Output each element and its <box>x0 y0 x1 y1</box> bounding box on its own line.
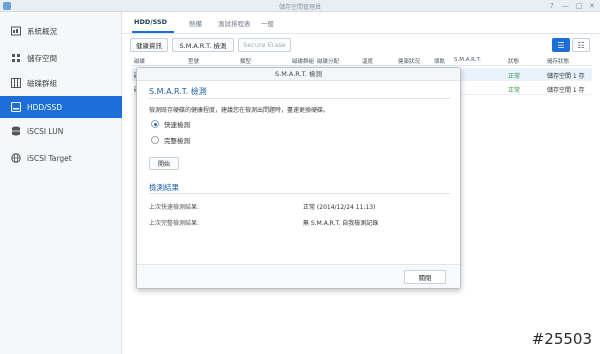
sidebar-item-label: 系統概況 <box>27 26 57 36</box>
tab-bar: HDD/SSD 熱備 測試排程表 一般 <box>122 12 600 34</box>
active-tab-indicator <box>132 31 174 33</box>
column-header[interactable]: 類型 <box>240 57 251 65</box>
status-cell: 正常 <box>508 73 521 80</box>
radio-selected-icon[interactable] <box>151 120 159 128</box>
help-icon[interactable]: ? <box>550 2 554 10</box>
column-header[interactable]: 溫度 <box>362 57 373 65</box>
dialog-title: S.M.A.R.T. 檢測 <box>137 68 460 81</box>
maximize-icon[interactable]: □ <box>576 2 583 10</box>
list-view-icon[interactable]: ☰ <box>552 38 570 52</box>
disk-group-icon <box>10 78 21 89</box>
close-icon[interactable]: ✕ <box>589 2 595 10</box>
sidebar-item-iscsi-target[interactable]: iSCSI Target <box>0 147 122 169</box>
sidebar-item-label: 磁碟群組 <box>27 78 57 88</box>
option-label: 快速檢測 <box>164 121 190 129</box>
column-header[interactable]: 磁碟 <box>134 57 145 65</box>
globe-icon <box>10 153 21 164</box>
column-header[interactable]: S.M.A.R.T. <box>454 57 481 63</box>
sidebar-item-hdd-ssd[interactable]: HDD/SSD <box>0 96 122 118</box>
sidebar-item-iscsi-lun[interactable]: iSCSI LUN <box>0 120 122 142</box>
secure-erase-button[interactable]: Secure Erase <box>238 38 291 52</box>
dialog-footer: 關閉 <box>137 264 460 288</box>
sidebar-item-label: iSCSI LUN <box>27 126 64 136</box>
sidebar-item-storage[interactable]: 儲存空間 <box>0 47 122 69</box>
health-info-button[interactable]: 健康資訊 <box>130 38 168 52</box>
sidebar-item-label: iSCSI Target <box>27 153 72 163</box>
quick-test-result-label: 上次快速檢測結果: <box>149 204 200 211</box>
tab-general[interactable]: 一般 <box>261 18 274 28</box>
sidebar-item-disk-group[interactable]: 磁碟群組 <box>0 72 122 94</box>
extended-test-result-value: 無 S.M.A.R.T. 自我檢測記錄 <box>303 220 379 227</box>
tab-hot-spare[interactable]: 熱備 <box>189 18 202 28</box>
results-heading: 檢測結果 <box>149 183 179 192</box>
column-header[interactable]: 健康狀況 <box>398 57 420 65</box>
quick-test-result-value: 正常 (2014/12/24 11:13) <box>303 204 376 211</box>
allocation-cell: 儲存空間 1 存 <box>547 87 585 94</box>
option-label: 完整檢測 <box>164 137 190 145</box>
home-icon <box>10 26 21 37</box>
dialog-heading: S.M.A.R.T. 檢測 <box>149 87 207 96</box>
column-header[interactable]: 壞軌 <box>434 57 445 65</box>
dialog-description: 檢測既存硬碟的健康程度，建議您在檢測出問題時，盡速更換硬碟。 <box>149 107 330 114</box>
watermark: #25503 <box>531 330 592 348</box>
sidebar: 系統概況 儲存空間 磁碟群組 HDD/SSD iSCSI LUN iSCSI T… <box>0 12 122 354</box>
smart-test-button[interactable]: S.M.A.R.T. 檢測 <box>172 38 234 52</box>
smart-test-dialog: S.M.A.R.T. 檢測 S.M.A.R.T. 檢測 檢測既存硬碟的健康程度，… <box>136 67 461 289</box>
column-header[interactable]: 磁碟分配 <box>317 57 339 65</box>
column-header[interactable]: 儲存狀態 <box>547 57 569 65</box>
allocation-cell: 儲存空間 1 存 <box>547 73 585 80</box>
sidebar-item-label: 儲存空間 <box>27 53 57 63</box>
extended-test-result-label: 上次完整檢測結果: <box>149 220 200 227</box>
table-header: 磁碟 型號 類型 磁碟群組 磁碟分配 溫度 健康狀況 壞軌 S.M.A.R.T.… <box>132 56 592 66</box>
sidebar-item-overview[interactable]: 系統概況 <box>0 20 122 42</box>
window-titlebar: 儲存空間管理員 ? — □ ✕ <box>0 0 600 12</box>
divider <box>149 193 450 194</box>
window-title: 儲存空間管理員 <box>278 4 321 11</box>
column-header[interactable]: 型號 <box>188 57 199 65</box>
radio-unselected-icon[interactable] <box>151 136 159 144</box>
database-icon <box>10 126 21 137</box>
column-header[interactable]: 狀態 <box>508 57 519 65</box>
extended-test-option[interactable]: 完整檢測 <box>151 135 190 145</box>
minimize-icon[interactable]: — <box>562 2 569 10</box>
column-header[interactable]: 磁碟群組 <box>292 57 314 65</box>
close-button[interactable]: 關閉 <box>404 270 446 284</box>
toolbar: 健康資訊 S.M.A.R.T. 檢測 Secure Erase ☰ ☷ <box>122 36 600 54</box>
tab-test-schedule[interactable]: 測試排程表 <box>218 18 251 28</box>
status-cell: 正常 <box>508 87 521 94</box>
tab-hdd-ssd[interactable]: HDD/SSD <box>134 18 167 26</box>
hdd-icon <box>10 102 21 113</box>
start-button[interactable]: 開始 <box>149 157 179 170</box>
detail-view-icon[interactable]: ☷ <box>572 38 590 52</box>
sidebar-item-label: HDD/SSD <box>27 102 63 112</box>
divider <box>149 98 450 99</box>
quick-test-option[interactable]: 快速檢測 <box>151 119 190 129</box>
storage-icon <box>10 53 21 64</box>
